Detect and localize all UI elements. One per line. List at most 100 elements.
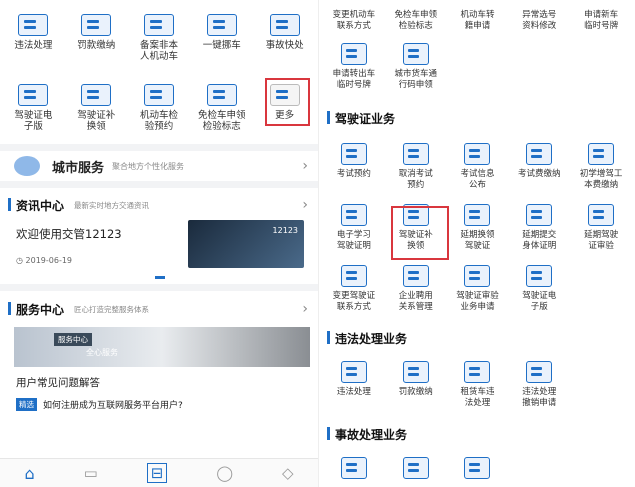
biz-e-learning[interactable]: 电子学习 驾驶证明 bbox=[323, 204, 385, 251]
biz-exam-cancel[interactable]: 取消考试 预约 bbox=[385, 143, 447, 190]
accident-section-title: 事故处理业务 bbox=[319, 426, 635, 443]
biz-fine[interactable]: 罚款缴纳 bbox=[385, 361, 447, 408]
service-center-header[interactable]: 服务中心 匠心打造完整服务体系 › bbox=[0, 297, 318, 321]
service-violation[interactable]: 违法处理 bbox=[2, 14, 65, 62]
news-header[interactable]: 资讯中心 最新实时地方交通资讯 › bbox=[0, 194, 318, 216]
bubble-icon bbox=[14, 156, 40, 176]
biz-accident-3[interactable] bbox=[447, 457, 509, 479]
faq-item[interactable]: 精选 如何注册成为互联网服务平台用户? bbox=[16, 398, 318, 411]
audit-icon bbox=[464, 265, 491, 287]
biz-truck-pass[interactable]: 城市货车通 行码申领 bbox=[385, 43, 447, 90]
audit-icon bbox=[588, 204, 615, 226]
biz-delay-health[interactable]: 延期提交 身体证明 bbox=[508, 204, 570, 251]
calendar-icon bbox=[402, 143, 429, 165]
license-section-title: 驾驶证业务 bbox=[319, 110, 635, 127]
badge-icon bbox=[206, 84, 237, 106]
service-elicense[interactable]: 驾驶证电 子版 bbox=[2, 84, 65, 132]
calendar-icon bbox=[143, 84, 174, 106]
calculator-icon bbox=[464, 457, 491, 479]
book-icon bbox=[588, 143, 615, 165]
monitor-icon[interactable]: ▭ bbox=[84, 464, 98, 482]
biz-exam-book[interactable]: 考试预约 bbox=[323, 143, 385, 190]
service-exempt[interactable]: 免检车申领 检验标志 bbox=[190, 84, 253, 132]
document-icon bbox=[464, 143, 491, 165]
car-icon bbox=[18, 14, 49, 36]
biz-change-vehicle-contact[interactable]: 变更机动车 联系方式 bbox=[323, 0, 385, 31]
biz-transfer[interactable]: 机动车转 籍申请 bbox=[447, 0, 509, 31]
right-screen: 变更机动车 联系方式 免检车申领 检验标志 机动车转 籍申请 异常选号 资料修改… bbox=[318, 0, 635, 487]
crash-icon bbox=[269, 14, 300, 36]
home-icon[interactable]: ⌂ bbox=[24, 464, 34, 483]
service-fine[interactable]: 罚款缴纳 bbox=[65, 14, 128, 62]
payment-icon bbox=[526, 143, 553, 165]
license-row-1: 考试预约 取消考试 预约 考试信息 公布 考试费缴纳 初学增驾工 本费缴纳 bbox=[319, 143, 635, 190]
tag-icon[interactable]: ◇ bbox=[282, 464, 294, 482]
biz-new-temp-plate[interactable]: 申请新车 临时号牌 bbox=[570, 0, 632, 31]
vehicle-row-1: 变更机动车 联系方式 免检车申领 检验标志 机动车转 籍申请 异常选号 资料修改… bbox=[319, 0, 635, 31]
biz-employer[interactable]: 企业聘用 关系管理 bbox=[385, 265, 447, 312]
biz-exam-fee[interactable]: 考试费缴纳 bbox=[508, 143, 570, 190]
exam-icon bbox=[340, 143, 367, 165]
company-icon bbox=[402, 265, 429, 287]
left-screen: 违法处理 罚款缴纳 备案非本 人机动车 一键挪车 事故快处 驾驶证电 子版 驾驶… bbox=[0, 0, 318, 487]
biz-exam-info[interactable]: 考试信息 公布 bbox=[447, 143, 509, 190]
user-icon[interactable]: ◯ bbox=[216, 464, 233, 482]
chevron-right-icon: › bbox=[302, 197, 308, 213]
plate-icon bbox=[340, 43, 367, 65]
phone-car-icon bbox=[206, 14, 237, 36]
news-date: ◷ 2019-06-19 bbox=[16, 256, 73, 265]
faq-title: 用户常见问题解答 bbox=[16, 377, 100, 389]
chevron-right-icon: › bbox=[302, 158, 308, 174]
biz-plate-edit[interactable]: 异常选号 资料修改 bbox=[508, 0, 570, 31]
id-card-icon bbox=[143, 14, 174, 36]
service-row-1: 违法处理 罚款缴纳 备案非本 人机动车 一键挪车 事故快处 bbox=[0, 14, 318, 62]
health-icon bbox=[526, 204, 553, 226]
license-icon bbox=[18, 84, 49, 106]
biz-elicense[interactable]: 驾驶证电 子版 bbox=[508, 265, 570, 312]
contact-icon bbox=[340, 265, 367, 287]
license-renew-highlight-box bbox=[391, 206, 449, 260]
license-row-3: 变更驾驶证 联系方式 企业聘用 关系管理 驾驶证审验 业务申请 驾驶证电 子版 bbox=[319, 265, 635, 312]
biz-accident-1[interactable] bbox=[323, 457, 385, 479]
clock-icon: ◷ bbox=[16, 256, 26, 265]
service-move-car[interactable]: 一键挪车 bbox=[190, 14, 253, 62]
biz-delay-audit[interactable]: 延期驾驶 证审验 bbox=[570, 204, 632, 251]
service-register[interactable]: 备案非本 人机动车 bbox=[128, 14, 191, 62]
chevron-right-icon: › bbox=[302, 301, 308, 317]
biz-exempt-label[interactable]: 免检车申领 检验标志 bbox=[385, 0, 447, 31]
receipt-icon bbox=[402, 361, 429, 383]
license-icon bbox=[81, 84, 112, 106]
truck-icon bbox=[402, 43, 429, 65]
accident-row-1 bbox=[319, 457, 635, 479]
biz-delay-renew[interactable]: 延期换领 驾驶证 bbox=[447, 204, 509, 251]
receipt-icon bbox=[81, 14, 112, 36]
news-image: 12123 bbox=[188, 220, 304, 268]
biz-violation[interactable]: 违法处理 bbox=[323, 361, 385, 408]
crash-icon bbox=[340, 457, 367, 479]
violation-section-title: 违法处理业务 bbox=[319, 330, 635, 347]
biz-accident-2[interactable] bbox=[385, 457, 447, 479]
car-icon bbox=[526, 361, 553, 383]
biz-violation-revoke[interactable]: 违法处理 撤销申请 bbox=[508, 361, 570, 408]
service-inspection[interactable]: 机动车检 验预约 bbox=[128, 84, 191, 132]
scan-icon[interactable]: ⊟ bbox=[146, 463, 168, 483]
document-icon bbox=[402, 457, 429, 479]
biz-out-temp-plate[interactable]: 申请转出车 临时号牌 bbox=[323, 43, 385, 90]
more-highlight-box bbox=[265, 78, 310, 126]
biz-rental-violation[interactable]: 租赁车违 法处理 bbox=[447, 361, 509, 408]
service-license-renew[interactable]: 驾驶证补 换领 bbox=[65, 84, 128, 132]
license-icon bbox=[526, 265, 553, 287]
biz-audit-apply[interactable]: 驾驶证审验 业务申请 bbox=[447, 265, 509, 312]
city-service-bar[interactable]: 城市服务 聚合地方个性化服务 › bbox=[0, 151, 318, 181]
biz-change-license-contact[interactable]: 变更驾驶证 联系方式 bbox=[323, 265, 385, 312]
car-icon bbox=[340, 361, 367, 383]
bottom-nav: ⌂ ▭ ⊟ ◯ ◇ bbox=[0, 458, 318, 487]
service-banner[interactable]: 服务中心 全心服务 bbox=[14, 327, 310, 367]
vehicle-row-2: 申请转出车 临时号牌 城市货车通 行码申领 bbox=[319, 43, 635, 90]
license-row-2: 电子学习 驾驶证明 驾驶证补 换领 延期换领 驾驶证 延期提交 身体证明 延期驾… bbox=[319, 204, 635, 251]
news-card[interactable]: 欢迎使用交管12123 ◷ 2019-06-19 12123 bbox=[0, 216, 318, 284]
license-icon bbox=[464, 204, 491, 226]
biz-workbook-fee[interactable]: 初学增驾工 本费缴纳 bbox=[570, 143, 632, 190]
study-icon bbox=[340, 204, 367, 226]
service-accident[interactable]: 事故快处 bbox=[253, 14, 316, 62]
